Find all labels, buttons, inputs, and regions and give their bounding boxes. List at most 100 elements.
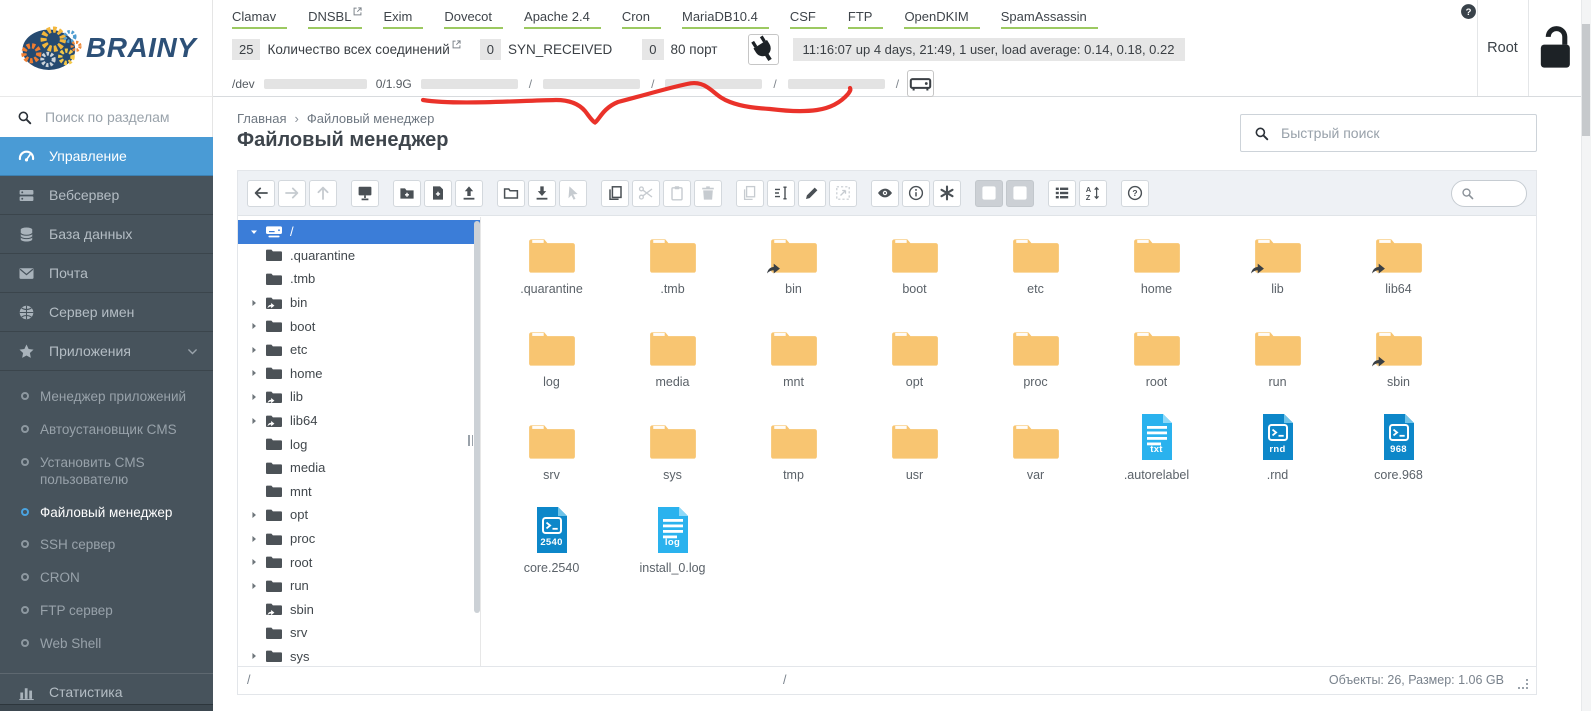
tree-item[interactable]: sys — [238, 645, 480, 669]
file-item[interactable]: tmp — [733, 410, 854, 503]
tree-item[interactable]: run — [238, 574, 480, 598]
file-item[interactable]: rnd .rnd — [1217, 410, 1338, 503]
sidebar-search[interactable] — [0, 97, 213, 137]
tree-item[interactable]: srv — [238, 621, 480, 645]
file-item[interactable]: lib64 — [1338, 224, 1459, 317]
service-link[interactable]: Cron — [622, 9, 661, 29]
tree-item[interactable]: root — [238, 550, 480, 574]
caret-down-solid-icon[interactable] — [249, 226, 265, 238]
file-item[interactable]: 2540 core.2540 — [491, 503, 612, 596]
user-menu[interactable]: Root — [1477, 0, 1528, 96]
toolbar-button[interactable]: ? — [1121, 180, 1149, 207]
caret-right-icon[interactable] — [249, 650, 265, 662]
tree-item[interactable]: lib64 — [238, 409, 480, 433]
toolbar-button[interactable] — [601, 180, 629, 207]
tree-item[interactable]: opt — [238, 503, 480, 527]
tree-resize-handle[interactable] — [468, 435, 473, 446]
toolbar-button[interactable] — [767, 180, 795, 207]
sidebar-subitem[interactable]: Установить CMS пользователю — [0, 447, 213, 497]
file-item[interactable]: log install_0.log — [612, 503, 733, 596]
toolbar-button[interactable] — [632, 180, 660, 207]
service-link[interactable]: Apache 2.4 — [524, 9, 601, 29]
service-link[interactable]: SpamAssassin — [1001, 9, 1098, 29]
file-item[interactable]: media — [612, 317, 733, 410]
connections-plug-button[interactable] — [748, 34, 779, 65]
file-item[interactable]: srv — [491, 410, 612, 503]
tree-item[interactable]: mnt — [238, 480, 480, 504]
caret-right-icon[interactable] — [249, 580, 265, 592]
page-scrollbar[interactable] — [1581, 0, 1591, 711]
file-item[interactable]: 968 core.968 — [1338, 410, 1459, 503]
sidebar-subitem[interactable]: FTP сервер — [0, 595, 213, 628]
toolbar-button[interactable] — [829, 180, 857, 207]
toolbar-search[interactable] — [1451, 180, 1527, 207]
file-item[interactable]: lib — [1217, 224, 1338, 317]
tree-item[interactable]: proc — [238, 527, 480, 551]
tree-scrollbar[interactable] — [474, 221, 480, 613]
caret-right-icon[interactable] — [249, 367, 265, 379]
service-link[interactable]: MariaDB10.4 — [682, 9, 769, 29]
toolbar-button[interactable] — [424, 180, 452, 207]
tree-item[interactable]: etc — [238, 338, 480, 362]
toolbar-button[interactable]: AZ — [1079, 180, 1107, 207]
tree-item[interactable]: .tmb — [238, 267, 480, 291]
help-icon[interactable]: ? — [1460, 3, 1477, 20]
file-item[interactable]: home — [1096, 224, 1217, 317]
tree-item[interactable]: bin — [238, 291, 480, 315]
tree-item[interactable]: media — [238, 456, 480, 480]
file-item[interactable]: run — [1217, 317, 1338, 410]
file-item[interactable]: opt — [854, 317, 975, 410]
file-item[interactable]: sys — [612, 410, 733, 503]
breadcrumb-home[interactable]: Главная — [237, 111, 286, 126]
sidebar-subitem[interactable]: Web Shell — [0, 628, 213, 661]
file-item[interactable]: var — [975, 410, 1096, 503]
toolbar-button[interactable] — [694, 180, 722, 207]
file-item[interactable]: mnt — [733, 317, 854, 410]
quick-search-input[interactable] — [1279, 124, 1523, 142]
toolbar-button[interactable] — [1006, 180, 1034, 207]
toolbar-button[interactable] — [351, 180, 379, 207]
service-link[interactable]: Clamav — [232, 9, 287, 29]
caret-right-icon[interactable] — [249, 320, 265, 332]
caret-right-icon[interactable] — [249, 509, 265, 521]
toolbar-button[interactable] — [663, 180, 691, 207]
toolbar-button[interactable] — [933, 180, 961, 207]
resize-grip[interactable] — [1517, 678, 1528, 689]
sidebar-item[interactable]: Почта — [0, 254, 213, 293]
sidebar-subitem[interactable]: Менеджер приложений — [0, 381, 213, 414]
toolbar-button[interactable] — [736, 180, 764, 207]
caret-right-icon[interactable] — [249, 344, 265, 356]
sidebar-subitem[interactable]: Файловый менеджер — [0, 497, 213, 530]
toolbar-button[interactable] — [455, 180, 483, 207]
caret-right-icon[interactable] — [249, 391, 265, 403]
sidebar-item[interactable]: База данных — [0, 215, 213, 254]
file-item[interactable]: log — [491, 317, 612, 410]
toolbar-search-input[interactable] — [1478, 185, 1517, 201]
logout-button[interactable] — [1528, 0, 1582, 96]
toolbar-button[interactable] — [798, 180, 826, 207]
sidebar-item[interactable]: Управление — [0, 137, 213, 176]
sidebar-search-input[interactable] — [43, 108, 195, 126]
toolbar-button[interactable] — [247, 180, 275, 207]
file-item[interactable]: boot — [854, 224, 975, 317]
caret-right-icon[interactable] — [249, 297, 265, 309]
service-link[interactable]: Dovecot — [444, 9, 503, 29]
toolbar-button[interactable] — [902, 180, 930, 207]
tree-item[interactable]: lib — [238, 385, 480, 409]
service-link[interactable]: OpenDKIM — [904, 9, 979, 29]
toolbar-button[interactable] — [309, 180, 337, 207]
toolbar-button[interactable] — [528, 180, 556, 207]
caret-right-icon[interactable] — [249, 533, 265, 545]
service-link[interactable]: FTP — [848, 9, 884, 29]
toolbar-button[interactable] — [278, 180, 306, 207]
file-item[interactable]: etc — [975, 224, 1096, 317]
sidebar-item[interactable]: Приложения — [0, 332, 213, 371]
toolbar-button[interactable] — [975, 180, 1003, 207]
file-item[interactable]: .quarantine — [491, 224, 612, 317]
file-item[interactable]: .tmb — [612, 224, 733, 317]
file-item[interactable]: root — [1096, 317, 1217, 410]
toolbar-button[interactable] — [871, 180, 899, 207]
tree-item[interactable]: boot — [238, 314, 480, 338]
service-link[interactable]: CSF — [790, 9, 827, 29]
toolbar-button[interactable] — [393, 180, 421, 207]
